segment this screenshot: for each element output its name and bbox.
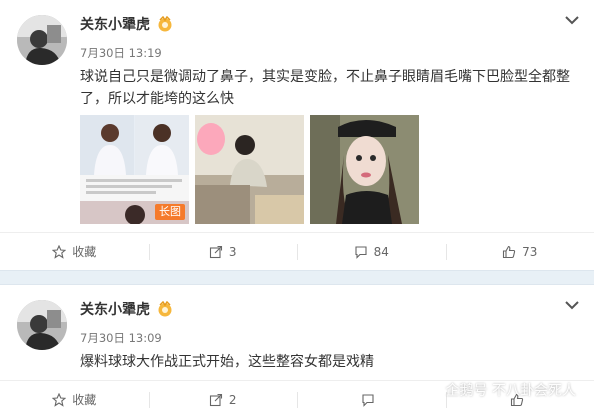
username[interactable]: 关东小犟虎 [80,14,174,34]
share-icon [209,245,222,258]
share-button[interactable]: 2 [148,381,298,417]
share-button[interactable]: 3 [148,233,298,270]
vip-badge-icon [158,301,172,317]
post-image-2[interactable] [195,115,304,224]
comment-count: 84 [373,244,389,259]
penguin-icon [427,383,440,397]
post-time[interactable]: 7月30日 13:09 [80,330,162,346]
like-button[interactable]: 73 [445,233,594,270]
thumbs-up-icon [503,245,516,258]
avatar[interactable] [17,15,67,65]
watermark-text: 企鹅号 不八卦会死人 [445,383,576,399]
like-count: 73 [522,244,538,259]
star-icon [52,392,67,407]
chevron-down-icon[interactable] [564,299,580,311]
favorite-label: 收藏 [72,245,97,259]
comment-icon [355,245,367,259]
long-image-tag: 长图 [155,204,185,220]
post-image-1[interactable]: 长图 [80,115,189,224]
share-icon [209,393,222,406]
username-text[interactable]: 关东小犟虎 [80,14,150,34]
comment-icon [362,393,374,407]
watermark: 企鹅号 不八卦会死人 [426,380,576,400]
vip-badge-icon [158,16,172,32]
post-time[interactable]: 7月30日 13:19 [80,45,162,61]
favorite-label: 收藏 [72,393,97,407]
post-text: 球说自己只是微调动了鼻子，其实是变脸，不止鼻子眼睛眉毛嘴下巴脸型全都整了，所以才… [80,69,570,107]
share-count: 2 [228,392,237,407]
chevron-down-icon[interactable] [564,14,580,26]
post-image-3[interactable] [310,115,419,224]
action-bar: 收藏 3 84 73 [0,232,594,270]
weibo-post: 关东小犟虎 7月30日 13:19 球说自己只是微调动了鼻子，其实是变脸，不止鼻… [0,0,594,270]
post-text: 爆料球球大作战正式开始，这些整容女都是戏精 [80,354,374,370]
share-count: 3 [228,244,237,259]
username-text[interactable]: 关东小犟虎 [80,299,150,319]
comment-button[interactable] [297,381,446,417]
comment-button[interactable]: 84 [297,233,446,270]
avatar[interactable] [17,300,67,350]
post-separator [0,270,594,285]
star-icon [52,244,67,259]
username[interactable]: 关东小犟虎 [80,299,174,319]
image-gallery: 长图 [80,115,419,224]
favorite-button[interactable]: 收藏 [0,233,149,270]
favorite-button[interactable]: 收藏 [0,381,149,417]
